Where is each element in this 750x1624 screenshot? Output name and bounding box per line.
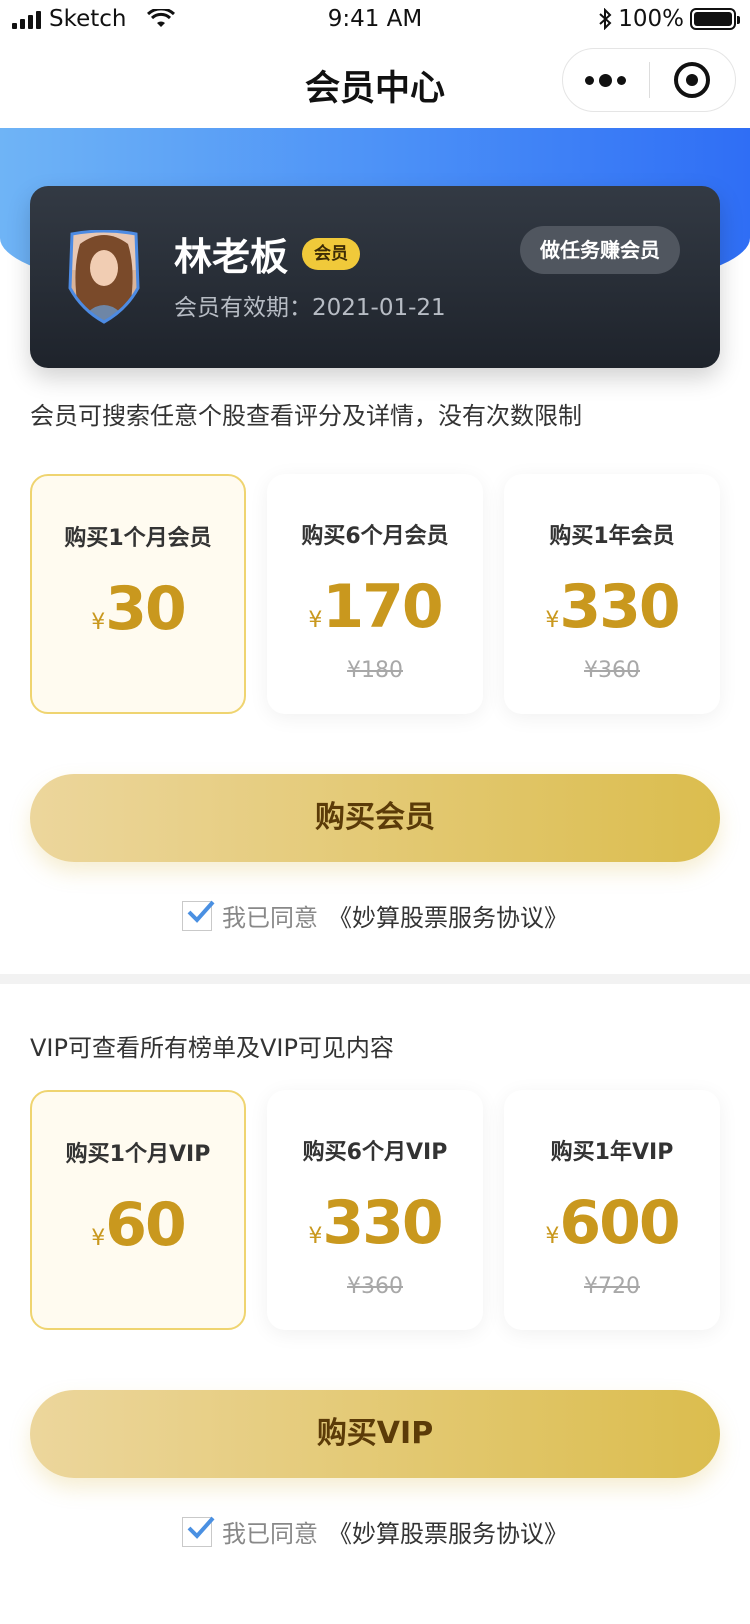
bluetooth-icon [599,8,612,30]
vip-agreement: 我已同意 《妙算股票服务协议》 [0,1514,750,1549]
check-icon [187,1516,215,1539]
member-plan-6-months[interactable]: 购买6个月会员 ¥170 ¥180 [267,474,483,714]
member-plans: 购买1个月会员 ¥30 购买6个月会员 ¥170 ¥180 购买1年会员 ¥33… [30,474,720,714]
plan-title: 购买1年会员 [549,524,675,549]
plan-title: 购买6个月会员 [301,524,449,549]
status-right: 100% [598,6,740,32]
more-icon[interactable] [563,73,649,87]
plan-price: ¥60 [32,1190,244,1260]
member-card: 林老板 会员 会员有效期：2021-01-21 做任务赚会员 [30,186,720,368]
buy-member-button[interactable]: 购买会员 [30,774,720,862]
agreement-link[interactable]: 《妙算股票服务协议》 [328,1514,568,1549]
agreement-checkbox[interactable] [182,900,215,931]
price-amount: 330 [559,572,680,642]
plan-price: ¥600 [504,1188,720,1258]
mini-program-capsule [562,48,736,112]
user-name: 林老板 [174,235,289,279]
currency-symbol: ¥ [91,1226,106,1251]
membership-expiry: 会员有效期：2021-01-21 [174,295,446,321]
member-badge: 会员 [302,238,360,270]
member-plan-1-year[interactable]: 购买1年会员 ¥330 ¥360 [504,474,720,714]
buy-vip-button[interactable]: 购买VIP [30,1390,720,1478]
vip-description: VIP可查看所有榜单及VIP可见内容 [30,1034,394,1062]
plan-price: ¥30 [32,574,244,644]
close-mini-program-icon[interactable] [650,62,736,98]
currency-symbol: ¥ [545,608,560,633]
plan-price: ¥170 [267,572,483,642]
price-amount: 30 [105,574,186,644]
section-divider [0,974,750,984]
member-plan-1-month[interactable]: 购买1个月会员 ¥30 [30,474,246,714]
price-amount: 170 [322,572,443,642]
battery-percent: 100% [618,6,684,32]
plan-title: 购买1个月会员 [64,526,212,551]
vip-plan-1-year[interactable]: 购买1年VIP ¥600 ¥720 [504,1090,720,1330]
agreement-link[interactable]: 《妙算股票服务协议》 [328,898,568,933]
status-bar: Sketch 9:41 AM 100% [0,0,750,42]
currency-symbol: ¥ [308,1224,323,1249]
currency-symbol: ¥ [308,608,323,633]
nav-bar: 会员中心 [0,42,750,128]
vip-plans: 购买1个月VIP ¥60 购买6个月VIP ¥330 ¥360 购买1年VIP … [30,1090,720,1330]
member-description: 会员可搜索任意个股查看评分及详情，没有次数限制 [30,402,582,430]
plan-title: 购买6个月VIP [302,1140,448,1165]
agreement-checkbox[interactable] [182,1516,215,1547]
price-amount: 60 [105,1190,186,1260]
vip-plan-6-months[interactable]: 购买6个月VIP ¥330 ¥360 [267,1090,483,1330]
currency-symbol: ¥ [545,1224,560,1249]
original-price: ¥720 [584,1274,640,1299]
agreement-prefix: 我已同意 [222,904,318,932]
original-price: ¥180 [347,658,403,683]
plan-price: ¥330 [267,1188,483,1258]
plan-price: ¥330 [504,572,720,642]
vip-plan-1-month[interactable]: 购买1个月VIP ¥60 [30,1090,246,1330]
price-amount: 600 [559,1188,680,1258]
avatar[interactable] [66,230,142,326]
original-price: ¥360 [347,1274,403,1299]
currency-symbol: ¥ [91,610,106,635]
price-amount: 330 [322,1188,443,1258]
plan-title: 购买1个月VIP [65,1142,211,1167]
check-icon [187,900,215,923]
battery-icon [690,8,740,30]
plan-title: 购买1年VIP [550,1140,674,1165]
agreement-prefix: 我已同意 [222,1520,318,1548]
member-agreement: 我已同意 《妙算股票服务协议》 [0,898,750,933]
earn-membership-button[interactable]: 做任务赚会员 [520,226,680,274]
original-price: ¥360 [584,658,640,683]
